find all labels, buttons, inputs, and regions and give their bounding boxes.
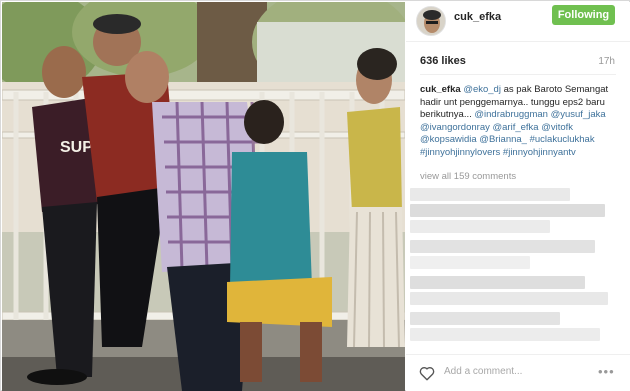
add-comment-input[interactable]: Add a comment... — [444, 366, 522, 377]
caption-text: @eko_dj as pak Baroto Semangat hadir unt… — [420, 84, 608, 158]
hashtag-link[interactable]: #jinnyohjinnyantv — [503, 147, 576, 158]
more-options-icon[interactable]: ••• — [598, 364, 615, 379]
username-link[interactable]: cuk_efka — [454, 11, 501, 23]
mention-link[interactable]: @yusuf_jaka — [551, 109, 606, 120]
instagram-post: SUPE cuk_efka Following 636 likes 17h cu… — [0, 0, 630, 391]
mention-link[interactable]: @eko_dj — [463, 84, 501, 95]
view-all-comments-link[interactable]: view all 159 comments — [420, 171, 516, 182]
mention-link[interactable]: @ivangordonray — [420, 122, 490, 133]
mention-link[interactable]: @vitofk — [541, 122, 573, 133]
avatar-image — [417, 7, 445, 35]
divider — [420, 74, 616, 75]
comments-list-blurred — [410, 188, 610, 348]
mention-link[interactable]: @arif_efka — [493, 122, 539, 133]
mention-link[interactable]: @indrabruggman — [474, 109, 548, 120]
post-header: cuk_efka Following — [406, 2, 630, 42]
mention-link[interactable]: @Brianna_ — [479, 134, 527, 145]
timestamp[interactable]: 17h — [598, 56, 615, 67]
hashtag-link[interactable]: #uclakuclukhak — [530, 134, 595, 145]
photo-illustration: SUPE — [2, 2, 405, 391]
post-caption: cuk_efka @eko_dj as pak Baroto Semangat … — [420, 84, 620, 160]
add-comment-bar: Add a comment... ••• — [406, 354, 630, 390]
post-details-panel: cuk_efka Following 636 likes 17h cuk_efk… — [406, 2, 630, 391]
avatar[interactable] — [416, 6, 446, 36]
caption-author[interactable]: cuk_efka — [420, 84, 461, 95]
following-button[interactable]: Following — [552, 5, 615, 25]
heart-icon[interactable] — [418, 364, 436, 382]
post-photo[interactable]: SUPE — [2, 2, 405, 391]
likes-count[interactable]: 636 likes — [420, 55, 466, 67]
hashtag-link[interactable]: #jinnyohjinnylovers — [420, 147, 500, 158]
mention-link[interactable]: @kopsawidia — [420, 134, 477, 145]
